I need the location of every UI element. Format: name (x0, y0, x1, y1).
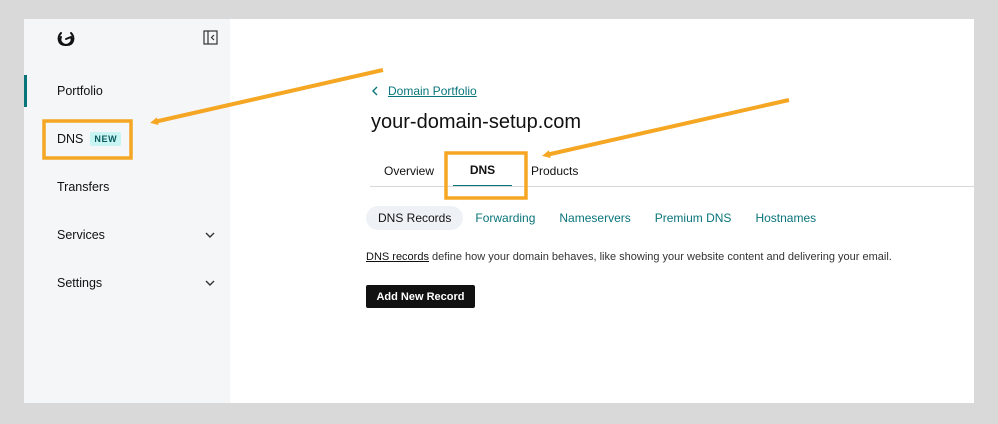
tab-overview[interactable]: Overview (370, 155, 436, 187)
chevron-left-icon (372, 86, 378, 96)
subtab-premium-dns[interactable]: Premium DNS (643, 206, 744, 230)
app-window: Portfolio DNS NEW Transfers Services Set… (24, 19, 974, 403)
chevron-down-icon (205, 280, 215, 286)
breadcrumb-link[interactable]: Domain Portfolio (388, 84, 477, 98)
main-content: Domain Portfolio your-domain-setup.com O… (230, 19, 974, 403)
tab-dns[interactable]: DNS (453, 155, 512, 187)
sidebar-item-label: Portfolio (57, 84, 103, 98)
sidebar-item-portfolio[interactable]: Portfolio (24, 75, 230, 107)
subtab-dns-records[interactable]: DNS Records (366, 206, 464, 230)
dns-records-link[interactable]: DNS records (366, 251, 429, 263)
subtab-hostnames[interactable]: Hostnames (743, 206, 828, 230)
sidebar-item-transfers[interactable]: Transfers (24, 171, 230, 203)
sidebar-item-label: DNS (57, 132, 84, 146)
subtab-nameservers[interactable]: Nameservers (547, 206, 642, 230)
domain-tabs: Overview DNS Products (370, 155, 578, 187)
chevron-down-icon (205, 232, 215, 238)
page-title: your-domain-setup.com (371, 111, 582, 133)
subtab-forwarding[interactable]: Forwarding (463, 206, 547, 230)
sidebar-item-settings[interactable]: Settings (24, 267, 230, 299)
sidebar-item-label: Transfers (57, 180, 110, 194)
new-badge: NEW (90, 132, 122, 146)
tab-products[interactable]: Products (531, 155, 578, 187)
sidebar-item-dns[interactable]: DNS NEW (24, 123, 230, 155)
dns-description: DNS records define how your domain behav… (366, 251, 892, 263)
sidebar-item-services[interactable]: Services (24, 219, 230, 251)
breadcrumb[interactable]: Domain Portfolio (370, 84, 477, 98)
collapse-sidebar-icon[interactable] (203, 30, 218, 45)
sidebar-item-label: Settings (57, 276, 103, 290)
dns-subtabs: DNS Records Forwarding Nameservers Premi… (366, 206, 828, 230)
sidebar-item-label: Services (57, 228, 105, 242)
description-text: define how your domain behaves, like sho… (428, 251, 892, 263)
sidebar: Portfolio DNS NEW Transfers Services Set… (24, 19, 230, 403)
tabs-divider (370, 186, 974, 187)
add-new-record-button[interactable]: Add New Record (366, 285, 475, 308)
godaddy-logo-icon[interactable] (55, 27, 77, 49)
